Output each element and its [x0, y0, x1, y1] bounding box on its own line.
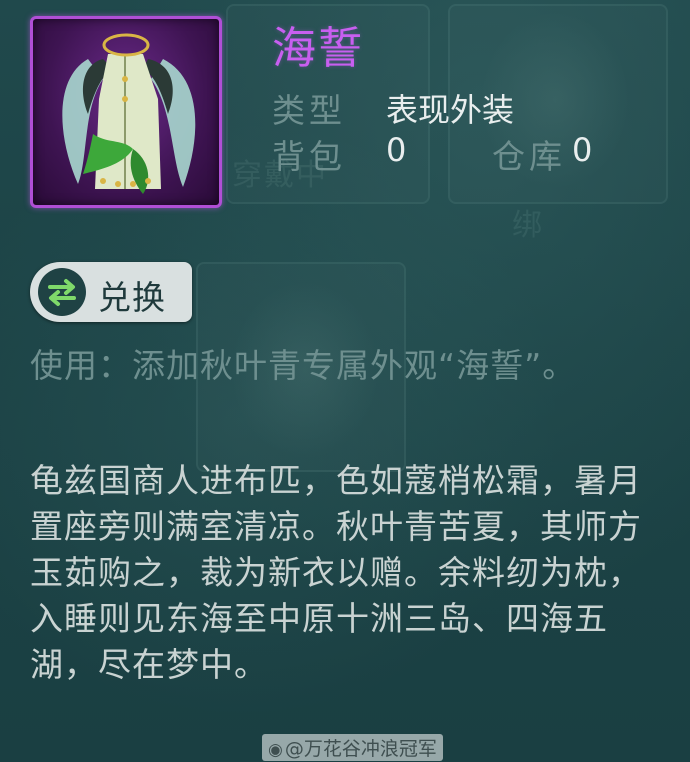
item-tooltip-panel: 穿戴中 绑 海誓 类型 表现外装 背包 0 仓库 0 兑换 使用：添加秋叶青专属…: [0, 0, 690, 762]
warehouse-count: 0: [572, 131, 593, 169]
watermark-text: @万花谷冲浪冠军: [284, 738, 437, 760]
bag-label: 背包: [272, 137, 346, 176]
exchange-button[interactable]: 兑换: [30, 262, 192, 322]
warehouse-label: 仓库: [492, 137, 566, 176]
usage-text: 使用：添加秋叶青专属外观“海誓”。: [30, 346, 577, 385]
exchange-button-label: 兑换: [98, 278, 166, 317]
item-description: 龟兹国商人进布匹，色如蔻梢松霜，暑月置座旁则满室清凉。秋叶青苦夏，其师方玉茹购之…: [30, 461, 642, 684]
bag-count: 0: [386, 131, 407, 169]
watermark: ◉ @万花谷冲浪冠军: [262, 734, 443, 761]
item-icon-frame[interactable]: [30, 16, 222, 208]
type-label: 类型: [272, 91, 346, 130]
background-bound-label: 绑: [512, 208, 544, 243]
item-name: 海誓: [272, 23, 364, 74]
swap-arrows-icon: [38, 268, 86, 316]
robe-costume-icon: [62, 33, 196, 194]
weibo-icon: ◉: [268, 740, 283, 760]
collar-ring: [102, 33, 150, 57]
type-value: 表现外装: [386, 91, 515, 129]
